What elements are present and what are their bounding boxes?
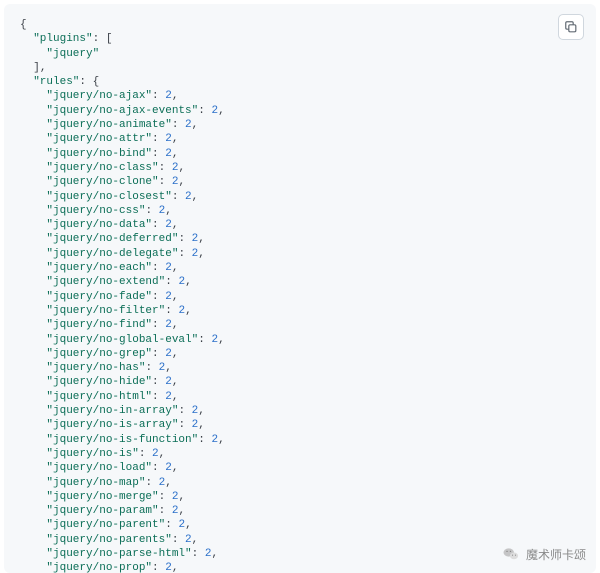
wechat-icon xyxy=(502,545,520,563)
copy-button[interactable] xyxy=(558,14,584,40)
code-block: { "plugins": [ "jquery" ], "rules": { "j… xyxy=(4,4,596,573)
watermark: 魔术师卡颂 xyxy=(502,545,586,563)
watermark-text: 魔术师卡颂 xyxy=(526,546,586,563)
code-content: { "plugins": [ "jquery" ], "rules": { "j… xyxy=(20,18,580,573)
copy-icon xyxy=(564,20,578,34)
